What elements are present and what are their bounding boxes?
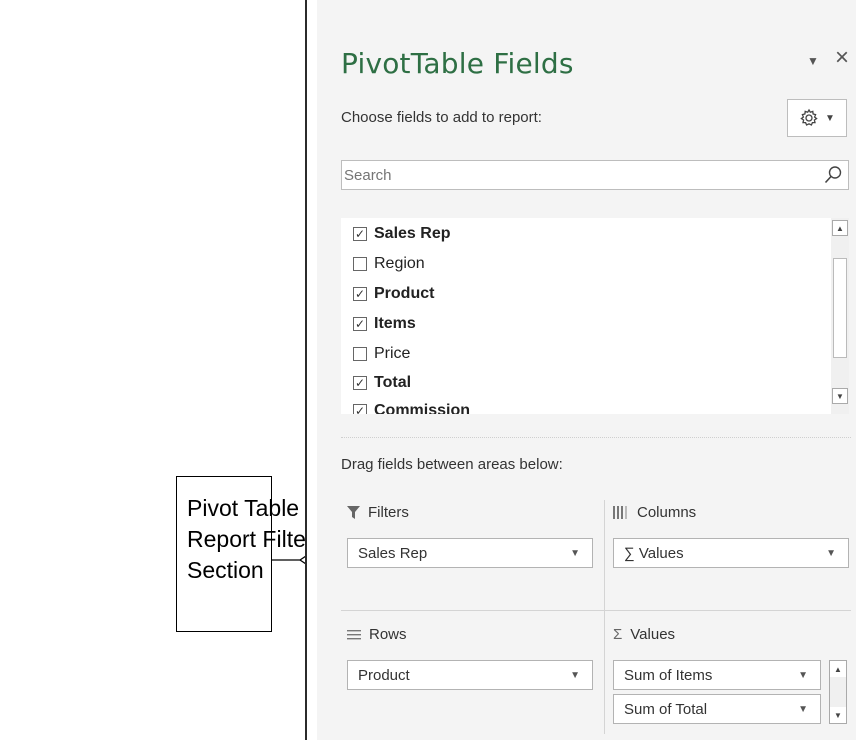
field-label: Price — [374, 345, 411, 362]
chevron-down-icon[interactable]: ▼ — [826, 548, 836, 559]
pivottable-fields-pane: PivotTable Fields ▼ × Choose fields to a… — [305, 0, 856, 740]
pill-label: ∑ Values — [624, 544, 684, 562]
divider — [341, 437, 851, 438]
filters-field-pill[interactable]: Sales Rep ▼ — [347, 538, 593, 568]
field-label: Sales Rep — [374, 225, 451, 242]
sigma-icon: Σ — [613, 626, 623, 643]
checkbox[interactable] — [353, 257, 367, 271]
field-item[interactable]: ✓ Commission — [353, 399, 470, 414]
chevron-down-icon: ▼ — [825, 112, 835, 124]
field-item[interactable]: ✓ Product — [353, 282, 434, 306]
gear-icon — [800, 108, 818, 126]
field-item[interactable]: ✓ Items — [353, 312, 416, 336]
values-area-label: Values — [630, 626, 676, 643]
rows-icon — [347, 629, 361, 639]
field-list: ✓ Sales Rep Region ✓ Product ✓ Items Pri… — [341, 218, 849, 414]
columns-field-pill[interactable]: ∑ Values ▼ — [613, 538, 849, 568]
checkbox[interactable]: ✓ — [353, 317, 367, 331]
search-input[interactable] — [342, 161, 814, 189]
checkbox[interactable]: ✓ — [353, 376, 367, 390]
filters-area-header: Filters — [347, 504, 409, 521]
field-label: Items — [374, 315, 416, 332]
tools-button[interactable]: ▼ — [787, 99, 847, 137]
field-item[interactable]: ✓ Total — [353, 371, 411, 395]
checkbox[interactable]: ✓ — [353, 227, 367, 241]
pane-title: PivotTable Fields — [341, 47, 574, 80]
scroll-down-icon[interactable]: ▼ — [832, 388, 848, 404]
pill-label: Sales Rep — [358, 544, 428, 562]
chevron-down-icon[interactable]: ▼ — [798, 670, 808, 681]
pane-body: PivotTable Fields ▼ × Choose fields to a… — [317, 0, 856, 740]
values-field-pill[interactable]: Sum of Items ▼ — [613, 660, 821, 690]
field-list-scrollbar[interactable]: ▲ ▼ — [831, 218, 849, 414]
filters-area-label: Filters — [368, 504, 409, 521]
chevron-down-icon[interactable]: ▼ — [570, 548, 580, 559]
field-item[interactable]: Price — [353, 342, 410, 366]
chevron-down-icon[interactable]: ▼ — [798, 704, 808, 715]
field-label: Region — [374, 255, 425, 272]
area-divider-horizontal — [341, 610, 851, 611]
columns-icon — [613, 506, 627, 519]
checkbox[interactable]: ✓ — [353, 404, 367, 414]
rows-area-label: Rows — [369, 626, 407, 643]
field-item[interactable]: ✓ Sales Rep — [353, 222, 450, 246]
close-icon[interactable]: × — [835, 44, 849, 72]
chevron-down-icon[interactable]: ▼ — [570, 670, 580, 681]
area-divider-vertical — [604, 500, 605, 734]
field-label: Commission — [374, 402, 471, 414]
checkbox[interactable]: ✓ — [353, 287, 367, 301]
values-area-header: Σ Values — [613, 626, 675, 643]
field-label: Product — [374, 285, 435, 302]
pill-label: Sum of Total — [624, 700, 708, 718]
drag-fields-label: Drag fields between areas below: — [341, 456, 563, 473]
field-item[interactable]: Region — [353, 252, 425, 276]
values-field-pill[interactable]: Sum of Total ▼ — [613, 694, 821, 724]
pill-label: Product — [358, 666, 410, 684]
search-icon[interactable] — [823, 165, 843, 185]
choose-fields-label: Choose fields to add to report: — [341, 109, 542, 126]
columns-area-label: Columns — [637, 504, 697, 521]
scroll-up-icon[interactable]: ▲ — [830, 661, 846, 677]
pane-options-chevron-icon[interactable]: ▼ — [807, 54, 819, 68]
rows-area-header: Rows — [347, 626, 407, 643]
field-label: Total — [374, 374, 412, 391]
filter-icon — [347, 506, 360, 519]
scroll-up-icon[interactable]: ▲ — [832, 220, 848, 236]
columns-area-header: Columns — [613, 504, 696, 521]
checkbox[interactable] — [353, 347, 367, 361]
values-scrollbar[interactable]: ▲ ▼ — [829, 660, 847, 724]
scroll-down-icon[interactable]: ▼ — [830, 707, 846, 723]
rows-field-pill[interactable]: Product ▼ — [347, 660, 593, 690]
pill-label: Sum of Items — [624, 666, 713, 684]
search-box[interactable] — [341, 160, 849, 190]
scroll-thumb[interactable] — [833, 258, 847, 358]
